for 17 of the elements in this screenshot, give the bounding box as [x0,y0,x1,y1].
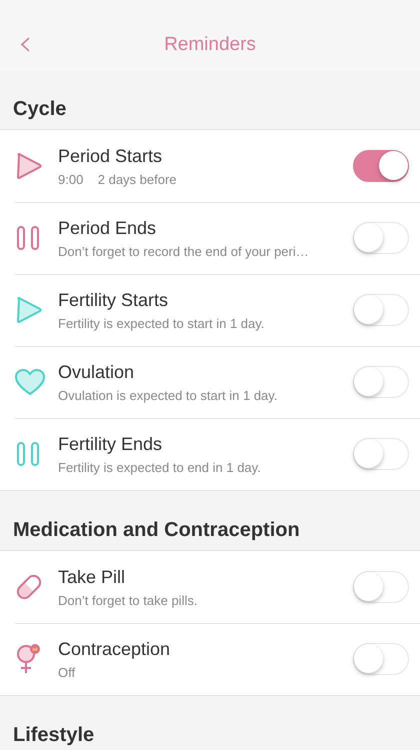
reminder-title: Period Ends [58,218,158,238]
back-button[interactable]: ‹ [14,26,36,62]
reminder-subtitle: 9:00 2 days before [58,172,178,186]
reminder-subtitle: Don’t forget to take pills. [58,592,198,608]
reminder-title: Ovulation [58,362,136,382]
reminder-title: Contraception [58,638,172,660]
reminder-title: Fertility Starts [58,290,170,310]
screen-title: Reminders [164,34,256,56]
reminder-title: Take Pill [58,566,126,588]
reminder-title: Period Starts [58,146,164,166]
reminder-subtitle: Fertility is expected to start in 1 day. [58,316,266,330]
reminder-title: Fertility Ends [58,434,164,454]
reminder-subtitle: Fertility is expected to end in 1 day. [58,460,262,474]
reminder-subtitle: Don’t forget to record the end of your peri… [58,244,310,258]
toggle-switch[interactable] [353,150,409,182]
reminder-subtitle: Ovulation is expected to start in 1 day. [58,388,278,402]
reminder-subtitle: Off [58,664,76,680]
